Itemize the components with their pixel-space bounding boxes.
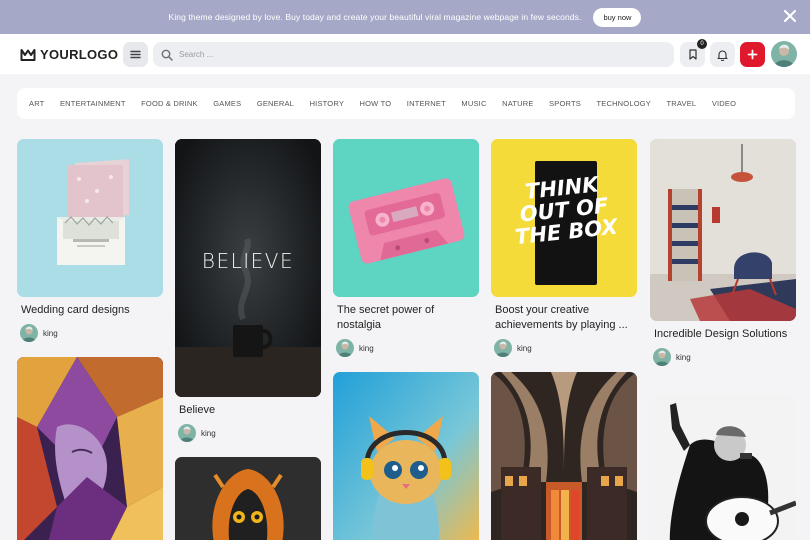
category-nature[interactable]: NATURE [502, 99, 533, 108]
post-author[interactable]: king [491, 339, 637, 357]
category-music[interactable]: MUSIC [461, 99, 486, 108]
author-avatar[interactable] [336, 339, 354, 357]
category-video[interactable]: VIDEO [712, 99, 736, 108]
post-card[interactable]: The secret power of nostalgia king [333, 139, 479, 357]
category-technology[interactable]: TECHNOLOGY [596, 99, 651, 108]
logo-text: YOURLOGO [40, 47, 119, 62]
post-image-interior-design[interactable] [650, 139, 796, 321]
post-image-abstract-face[interactable] [17, 357, 163, 540]
menu-button[interactable] [123, 42, 148, 67]
search-icon [161, 49, 173, 61]
post-image-headphone-cat[interactable] [333, 372, 479, 540]
category-games[interactable]: GAMES [213, 99, 241, 108]
post-title[interactable]: Believe [175, 403, 321, 418]
post-card[interactable] [491, 372, 637, 540]
post-card[interactable]: Wedding card designs king [17, 139, 163, 342]
post-title[interactable]: Incredible Design Solutions [650, 327, 796, 342]
image-caption-believe: BELIEVE [201, 249, 295, 273]
post-author[interactable]: king [650, 348, 796, 366]
add-post-button[interactable] [740, 42, 765, 67]
close-icon[interactable] [782, 8, 798, 24]
author-avatar[interactable] [653, 348, 671, 366]
category-art[interactable]: ART [29, 99, 44, 108]
category-general[interactable]: GENERAL [257, 99, 294, 108]
author-name[interactable]: king [517, 344, 532, 353]
category-how-to[interactable]: HOW TO [360, 99, 392, 108]
post-image-singer-guitar[interactable] [650, 395, 796, 540]
post-card[interactable]: Incredible Design Solutions king [650, 139, 796, 366]
bookmark-icon [688, 49, 697, 60]
user-avatar[interactable] [771, 41, 797, 67]
search-bar[interactable] [153, 42, 674, 67]
author-avatar[interactable] [178, 424, 196, 442]
post-card[interactable] [175, 457, 321, 540]
post-card[interactable]: THINK OUT OF THE BOX Boost your creative… [491, 139, 637, 357]
category-food-drink[interactable]: FOOD & DRINK [141, 99, 198, 108]
post-title[interactable]: Boost your creative achievements by play… [491, 303, 637, 333]
category-entertainment[interactable]: ENTERTAINMENT [60, 99, 126, 108]
author-avatar[interactable] [20, 324, 38, 342]
plus-icon [747, 49, 758, 60]
buy-now-button[interactable]: buy now [593, 7, 642, 27]
bell-icon [717, 49, 728, 61]
author-name[interactable]: king [676, 353, 691, 362]
crown-icon [20, 48, 36, 61]
promo-text: King theme designed by love. Buy today a… [168, 12, 582, 22]
bookmark-count-badge: 0 [697, 39, 707, 49]
site-logo[interactable]: YOURLOGO [20, 47, 118, 62]
category-nav: ART ENTERTAINMENT FOOD & DRINK GAMES GEN… [17, 88, 795, 119]
category-internet[interactable]: INTERNET [407, 99, 446, 108]
post-card[interactable] [17, 357, 163, 540]
promo-bar: King theme designed by love. Buy today a… [0, 0, 810, 34]
search-input[interactable] [179, 50, 659, 59]
post-image-wedding-card[interactable] [17, 139, 163, 297]
post-image-believe[interactable]: BELIEVE [175, 139, 321, 397]
category-history[interactable]: HISTORY [310, 99, 344, 108]
bookmarks-button[interactable]: 0 [680, 39, 707, 67]
hamburger-icon [130, 50, 141, 59]
post-image-lion-mask[interactable] [175, 457, 321, 540]
category-sports[interactable]: SPORTS [549, 99, 581, 108]
post-card[interactable] [333, 372, 479, 540]
post-author[interactable]: king [175, 424, 321, 442]
image-caption-think-box: THINK OUT OF THE BOX [513, 172, 619, 250]
post-title[interactable]: The secret power of nostalgia [333, 303, 479, 333]
post-card[interactable]: BELIEVE Believe king [175, 139, 321, 442]
post-image-think-out-of-box[interactable]: THINK OUT OF THE BOX [491, 139, 637, 297]
author-name[interactable]: king [359, 344, 374, 353]
post-author[interactable]: king [333, 339, 479, 357]
notifications-button[interactable] [710, 42, 735, 67]
author-name[interactable]: king [201, 429, 216, 438]
post-image-organic-building[interactable] [491, 372, 637, 540]
category-travel[interactable]: TRAVEL [666, 99, 696, 108]
post-image-cassette[interactable] [333, 139, 479, 297]
post-author[interactable]: king [17, 324, 163, 342]
site-header: YOURLOGO 0 [0, 34, 810, 74]
author-avatar[interactable] [494, 339, 512, 357]
author-name[interactable]: king [43, 329, 58, 338]
post-title[interactable]: Wedding card designs [17, 303, 163, 318]
post-card[interactable] [650, 395, 796, 540]
